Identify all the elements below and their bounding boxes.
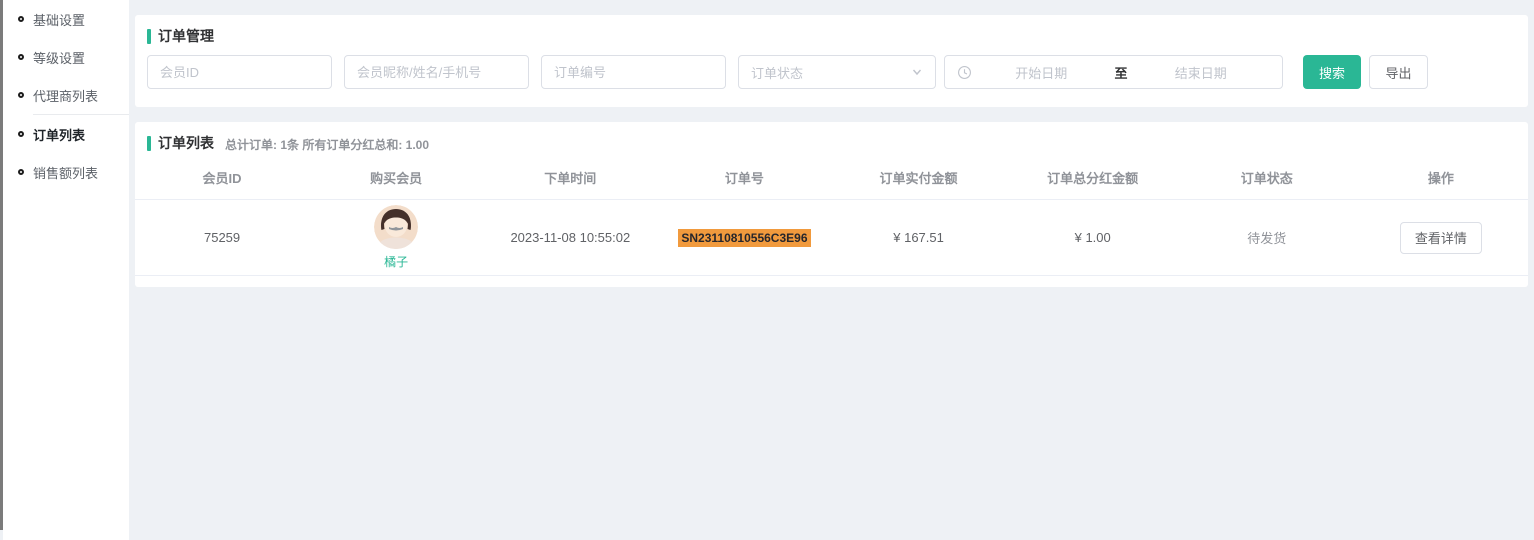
order-filter-card: 订单管理 订单状态 开始日期 至 结束日期 搜索 导出 xyxy=(135,15,1528,107)
sidebar-item-label: 订单列表 xyxy=(33,125,85,144)
chevron-down-icon xyxy=(911,66,923,78)
sidebar-item-sales-list[interactable]: 销售额列表 xyxy=(3,153,129,191)
sidebar-item-agent-list[interactable]: 代理商列表 xyxy=(3,76,129,114)
sidebar-item-label: 销售额列表 xyxy=(33,163,98,182)
order-admin-page: 基础设置 等级设置 代理商列表 订单列表 销售额列表 订单管理 xyxy=(0,0,1534,540)
date-range-picker[interactable]: 开始日期 至 结束日期 xyxy=(944,55,1283,89)
order-no-highlighted: SN23110810556C3E96 xyxy=(678,229,810,247)
circle-icon xyxy=(18,16,24,22)
order-status-select[interactable]: 订单状态 xyxy=(738,55,936,89)
clock-icon xyxy=(957,65,972,80)
filter-section-title: 订单管理 xyxy=(135,15,1528,46)
order-no-input[interactable] xyxy=(541,55,726,89)
order-table: 会员ID 购买会员 下单时间 订单号 订单实付金额 订单总分红金额 订单状态 操… xyxy=(135,155,1528,276)
col-header-order-time: 下单时间 xyxy=(483,168,657,187)
circle-icon xyxy=(18,169,24,175)
search-button[interactable]: 搜索 xyxy=(1303,55,1361,89)
order-list-card: 订单列表 总计订单: 1条 所有订单分红总和: 1.00 会员ID 购买会员 下… xyxy=(135,122,1528,287)
list-summary: 总计订单: 1条 所有订单分红总和: 1.00 xyxy=(225,134,429,153)
cell-member-id: 75259 xyxy=(135,230,309,245)
sidebar-item-label: 代理商列表 xyxy=(33,86,98,105)
cell-order-time: 2023-11-08 10:55:02 xyxy=(483,230,657,245)
filter-row: 订单状态 开始日期 至 结束日期 搜索 导出 xyxy=(147,55,1528,89)
date-end-input[interactable]: 结束日期 xyxy=(1132,63,1271,82)
col-header-member-id: 会员ID xyxy=(135,168,309,187)
order-status-select-value: 订单状态 xyxy=(751,63,803,82)
accent-bar xyxy=(147,136,151,151)
date-separator-label: 至 xyxy=(1111,63,1132,82)
buyer-avatar-image xyxy=(374,205,418,249)
cell-buyer: 橘子 xyxy=(309,205,483,270)
table-row: 75259 橘子 xyxy=(135,200,1528,276)
vertical-scrollbar[interactable] xyxy=(0,0,3,530)
table-header-row: 会员ID 购买会员 下单时间 订单号 订单实付金额 订单总分红金额 订单状态 操… xyxy=(135,155,1528,200)
buyer-name: 橘子 xyxy=(384,253,408,270)
col-header-actions: 操作 xyxy=(1354,168,1528,187)
date-start-input[interactable]: 开始日期 xyxy=(972,63,1111,82)
cell-paid-amount: ¥ 167.51 xyxy=(832,230,1006,245)
member-info-input[interactable] xyxy=(344,55,529,89)
cell-dividend-amount: ¥ 1.00 xyxy=(1006,230,1180,245)
cell-actions: 查看详情 xyxy=(1354,222,1528,254)
col-header-dividend: 订单总分红金额 xyxy=(1006,168,1180,187)
circle-icon xyxy=(18,131,24,137)
list-title: 订单列表 xyxy=(158,133,214,153)
sidebar-item-level-settings[interactable]: 等级设置 xyxy=(3,38,129,76)
accent-bar xyxy=(147,29,151,44)
sidebar-item-order-list[interactable]: 订单列表 xyxy=(3,115,129,153)
circle-icon xyxy=(18,54,24,60)
sidebar-item-label: 等级设置 xyxy=(33,48,85,67)
member-id-input[interactable] xyxy=(147,55,332,89)
col-header-paid-amount: 订单实付金额 xyxy=(832,168,1006,187)
cell-order-no: SN23110810556C3E96 xyxy=(657,229,831,247)
col-header-order-no: 订单号 xyxy=(657,168,831,187)
view-detail-button[interactable]: 查看详情 xyxy=(1400,222,1482,254)
sidebar: 基础设置 等级设置 代理商列表 订单列表 销售额列表 xyxy=(3,0,129,540)
export-button[interactable]: 导出 xyxy=(1369,55,1428,89)
sidebar-item-label: 基础设置 xyxy=(33,10,85,29)
cell-order-status: 待发货 xyxy=(1180,228,1354,247)
sidebar-item-basic-settings[interactable]: 基础设置 xyxy=(3,0,129,38)
list-section-title: 订单列表 总计订单: 1条 所有订单分红总和: 1.00 xyxy=(135,122,1528,153)
circle-icon xyxy=(18,92,24,98)
col-header-status: 订单状态 xyxy=(1180,168,1354,187)
col-header-buyer: 购买会员 xyxy=(309,168,483,187)
filter-title: 订单管理 xyxy=(158,26,214,46)
